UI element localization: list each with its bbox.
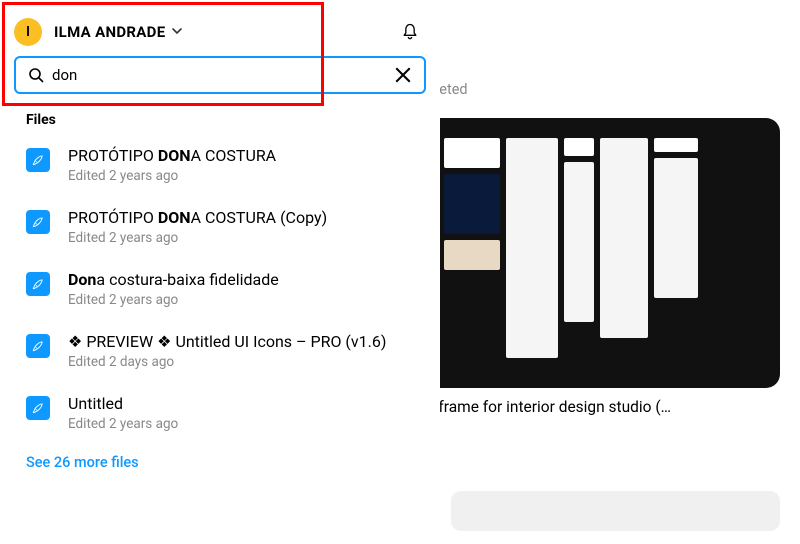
file-name: PROTÓTIPO DONA COSTURA: [68, 146, 420, 165]
search-results-list: PROTÓTIPO DONA COSTURA Edited 2 years ago…: [0, 136, 440, 446]
clear-search-icon[interactable]: [394, 66, 412, 84]
file-meta: Edited 2 years ago: [68, 230, 420, 246]
file-icon: [26, 334, 50, 358]
search-result-item[interactable]: Dona costura-baixa fidelidade Edited 2 ye…: [10, 260, 430, 322]
search-input[interactable]: [52, 66, 394, 84]
avatar: I: [14, 18, 42, 46]
username: ILMA ANDRADE: [54, 23, 165, 41]
search-result-item[interactable]: ❖ PREVIEW ❖ Untitled UI Icons – PRO (v1.…: [10, 322, 430, 384]
thumbnail-wireframes: [421, 138, 720, 368]
search-dropdown-panel: I ILMA ANDRADE Files PROTÓTIPO DONA COST…: [0, 0, 440, 544]
file-icon: [26, 396, 50, 420]
file-name: ❖ PREVIEW ❖ Untitled UI Icons – PRO (v1.…: [68, 332, 420, 351]
chevron-down-icon: [171, 25, 183, 40]
search-result-item[interactable]: PROTÓTIPO DONA COSTURA Edited 2 years ago: [10, 136, 430, 198]
file-meta: Edited 2 years ago: [68, 416, 420, 432]
search-icon: [28, 67, 44, 83]
search-result-item[interactable]: Untitled Edited 2 years ago: [10, 384, 430, 446]
file-name: Untitled: [68, 394, 420, 413]
see-more-link[interactable]: See 26 more files: [0, 446, 440, 479]
file-icon: [26, 148, 50, 172]
file-meta: Edited 2 days ago: [68, 354, 420, 370]
notifications-icon[interactable]: [400, 22, 420, 42]
search-result-item[interactable]: PROTÓTIPO DONA COSTURA (Copy) Edited 2 ye…: [10, 198, 430, 260]
results-section-label: Files: [0, 108, 440, 136]
search-box[interactable]: [14, 56, 426, 94]
file-icon: [26, 210, 50, 234]
workspace-switcher[interactable]: I ILMA ANDRADE: [0, 0, 440, 56]
file-card-placeholder: [451, 491, 780, 531]
file-name: Dona costura-baixa fidelidade: [68, 270, 420, 289]
file-meta: Edited 2 years ago: [68, 168, 420, 184]
file-icon: [26, 272, 50, 296]
file-meta: Edited 2 years ago: [68, 292, 420, 308]
file-name: PROTÓTIPO DONA COSTURA (Copy): [68, 208, 420, 227]
